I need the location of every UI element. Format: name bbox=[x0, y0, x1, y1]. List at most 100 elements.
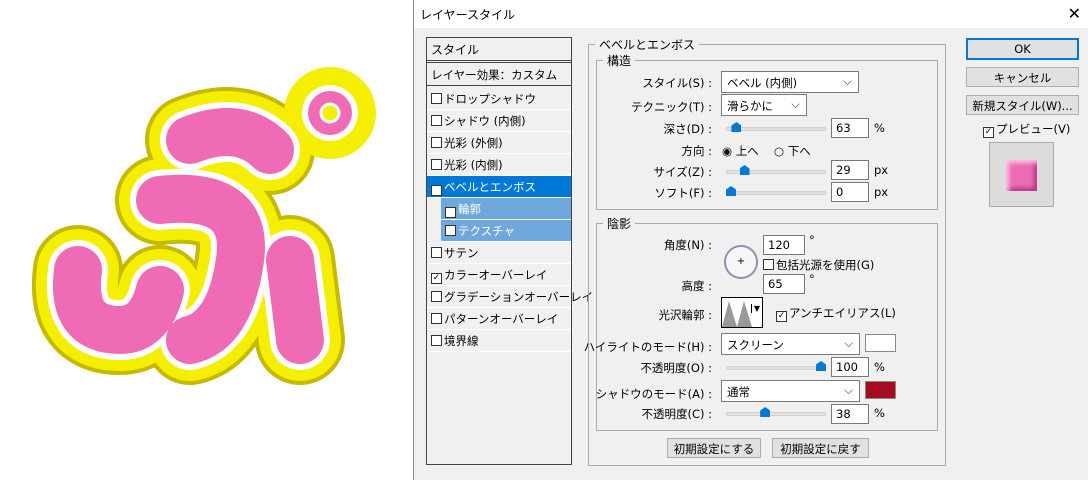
preview-swatch bbox=[1006, 160, 1037, 191]
style-item[interactable]: テクスチャ bbox=[441, 220, 571, 242]
antialias-checkbox[interactable]: ✓ アンチエイリアス(L) bbox=[776, 305, 896, 322]
sh-opacity-label: 不透明度(C) : bbox=[641, 407, 712, 421]
make-default-button[interactable]: 初期設定にする bbox=[667, 438, 761, 458]
preview-label: プレビュー(V) bbox=[996, 122, 1071, 136]
bevel-title: ベベルとエンボス bbox=[599, 38, 696, 52]
styles-header[interactable]: スタイル bbox=[427, 38, 571, 63]
ok-button[interactable]: OK bbox=[966, 38, 1079, 60]
title-bar: レイヤースタイル ✕ bbox=[414, 0, 1088, 28]
size-unit: px bbox=[874, 163, 889, 177]
style-checkbox[interactable]: ✓ bbox=[431, 185, 442, 196]
style-item[interactable]: ✓ カラーオーバーレイ bbox=[427, 264, 571, 286]
style-checkbox[interactable] bbox=[431, 159, 442, 170]
style-item-label: パターンオーバーレイ bbox=[444, 312, 559, 326]
style-checkbox[interactable] bbox=[431, 115, 442, 126]
shadow-mode-value: 通常 bbox=[727, 385, 750, 399]
cancel-button[interactable]: キャンセル bbox=[966, 67, 1079, 87]
direction-up-radio[interactable]: ◉ 上へ bbox=[722, 143, 759, 159]
hl-opacity-label: 不透明度(O) : bbox=[640, 361, 712, 375]
technique-select[interactable]: 滑らかに ⌵ bbox=[721, 94, 807, 116]
global-light-label: 包括光源を使用(G) bbox=[776, 258, 875, 272]
close-icon[interactable]: ✕ bbox=[1068, 4, 1081, 23]
highlight-mode-value: スクリーン bbox=[727, 338, 784, 352]
style-item-label: 境界線 bbox=[444, 334, 479, 348]
direction-label: 方向 : bbox=[681, 144, 712, 158]
dialog-title: レイヤースタイル bbox=[420, 8, 516, 22]
shadow-color-swatch[interactable] bbox=[865, 381, 896, 399]
depth-unit: % bbox=[874, 121, 885, 135]
global-light-checkbox[interactable]: 包括光源を使用(G) bbox=[763, 257, 874, 273]
style-checkbox[interactable] bbox=[431, 313, 442, 324]
angle-label: 角度(N) : bbox=[663, 238, 712, 252]
style-item[interactable]: 境界線 bbox=[427, 330, 571, 352]
style-item-label: 輪郭 bbox=[458, 202, 481, 216]
style-label: スタイル(S) : bbox=[642, 76, 712, 90]
size-slider[interactable] bbox=[726, 165, 826, 175]
style-item-label: シャドウ (内側) bbox=[444, 114, 526, 128]
style-item-label: 光彩 (外側) bbox=[444, 136, 503, 150]
sh-opacity-slider[interactable] bbox=[726, 407, 826, 417]
style-item[interactable]: パターンオーバーレイ bbox=[427, 308, 571, 330]
shading-title: 陰影 bbox=[607, 217, 632, 231]
angle-dial[interactable]: + bbox=[724, 245, 758, 279]
style-item-label: カラーオーバーレイ bbox=[444, 268, 548, 282]
altitude-label: 高度 : bbox=[681, 279, 712, 293]
dropdown-arrow-icon[interactable]: ▼ bbox=[750, 304, 760, 313]
style-checkbox[interactable]: ✓ bbox=[431, 273, 442, 284]
sh-opacity-input[interactable]: 38 bbox=[831, 404, 869, 424]
hl-opacity-input[interactable]: 100 bbox=[831, 357, 869, 377]
style-item[interactable]: ドロップシャドウ bbox=[427, 88, 571, 110]
style-item[interactable]: 光彩 (外側) bbox=[427, 132, 571, 154]
size-input[interactable]: 29 bbox=[831, 160, 869, 180]
artwork-bubble-text bbox=[31, 67, 376, 385]
style-item[interactable]: ✓ 輪郭 bbox=[441, 198, 571, 220]
soften-unit: px bbox=[874, 185, 889, 199]
style-item-label: テクスチャ bbox=[458, 224, 516, 238]
style-checkbox[interactable]: ✓ bbox=[445, 207, 456, 218]
soften-input[interactable]: 0 bbox=[831, 182, 869, 202]
soften-label: ソフト(F) : bbox=[654, 186, 712, 200]
preview-thumbnail bbox=[989, 142, 1054, 207]
layer-effects-custom[interactable]: レイヤー効果：カスタム bbox=[427, 64, 571, 86]
angle-input[interactable]: 120 bbox=[763, 235, 805, 255]
style-item[interactable]: シャドウ (内側) bbox=[427, 110, 571, 132]
style-item-label: グラデーションオーバーレイ bbox=[444, 290, 594, 304]
preview-checkbox[interactable]: ✓ プレビュー(V) bbox=[983, 121, 1070, 138]
style-checkbox[interactable] bbox=[431, 93, 442, 104]
hl-opacity-slider[interactable] bbox=[726, 361, 826, 371]
shadow-mode-select[interactable]: 通常 ⌵ bbox=[721, 380, 860, 402]
soften-slider[interactable] bbox=[726, 186, 826, 196]
style-value: ベベル (内側) bbox=[727, 76, 798, 90]
style-checkbox[interactable] bbox=[431, 247, 442, 258]
antialias-label: アンチエイリアス(L) bbox=[789, 306, 896, 320]
hl-opacity-unit: % bbox=[874, 360, 885, 374]
depth-input[interactable]: 63 bbox=[831, 118, 869, 138]
chevron-down-icon: ⌵ bbox=[791, 97, 800, 111]
new-style-button[interactable]: 新規スタイル(W)... bbox=[966, 95, 1079, 115]
style-item[interactable]: ✓ ベベルとエンボス bbox=[427, 176, 571, 198]
style-item[interactable]: グラデーションオーバーレイ bbox=[427, 286, 593, 308]
highlight-color-swatch[interactable] bbox=[865, 334, 896, 352]
altitude-input[interactable]: 65 bbox=[763, 274, 805, 294]
style-checkbox[interactable] bbox=[445, 225, 456, 236]
highlight-mode-label: ハイライトのモード(H) : bbox=[583, 340, 712, 354]
style-checkbox[interactable] bbox=[431, 335, 442, 346]
style-item[interactable]: 光彩 (内側) bbox=[427, 154, 571, 176]
style-checkbox[interactable] bbox=[431, 291, 442, 302]
highlight-mode-select[interactable]: スクリーン ⌵ bbox=[721, 333, 860, 355]
direction-down-radio[interactable]: ○ 下へ bbox=[774, 143, 811, 159]
reset-default-button[interactable]: 初期設定に戻す bbox=[772, 438, 869, 458]
style-checkbox[interactable] bbox=[431, 137, 442, 148]
style-select[interactable]: ベベル (内側) ⌵ bbox=[721, 71, 859, 93]
layer-style-dialog: レイヤースタイル ✕ スタイル レイヤー効果：カスタム ドロップシャドウ シャドウ… bbox=[413, 0, 1088, 480]
chevron-down-icon: ⌵ bbox=[843, 74, 852, 88]
size-label: サイズ(Z) : bbox=[653, 165, 712, 179]
style-item-label: ドロップシャドウ bbox=[444, 92, 536, 106]
chevron-down-icon: ⌵ bbox=[844, 383, 853, 397]
angle-deg: ° bbox=[809, 233, 815, 247]
depth-slider[interactable] bbox=[726, 122, 826, 132]
contour-graph-icon bbox=[722, 301, 752, 327]
gloss-contour-label: 光沢輪郭 : bbox=[658, 308, 712, 322]
style-item[interactable]: サテン bbox=[427, 242, 571, 264]
gloss-contour-picker[interactable]: ▼ bbox=[721, 297, 763, 328]
